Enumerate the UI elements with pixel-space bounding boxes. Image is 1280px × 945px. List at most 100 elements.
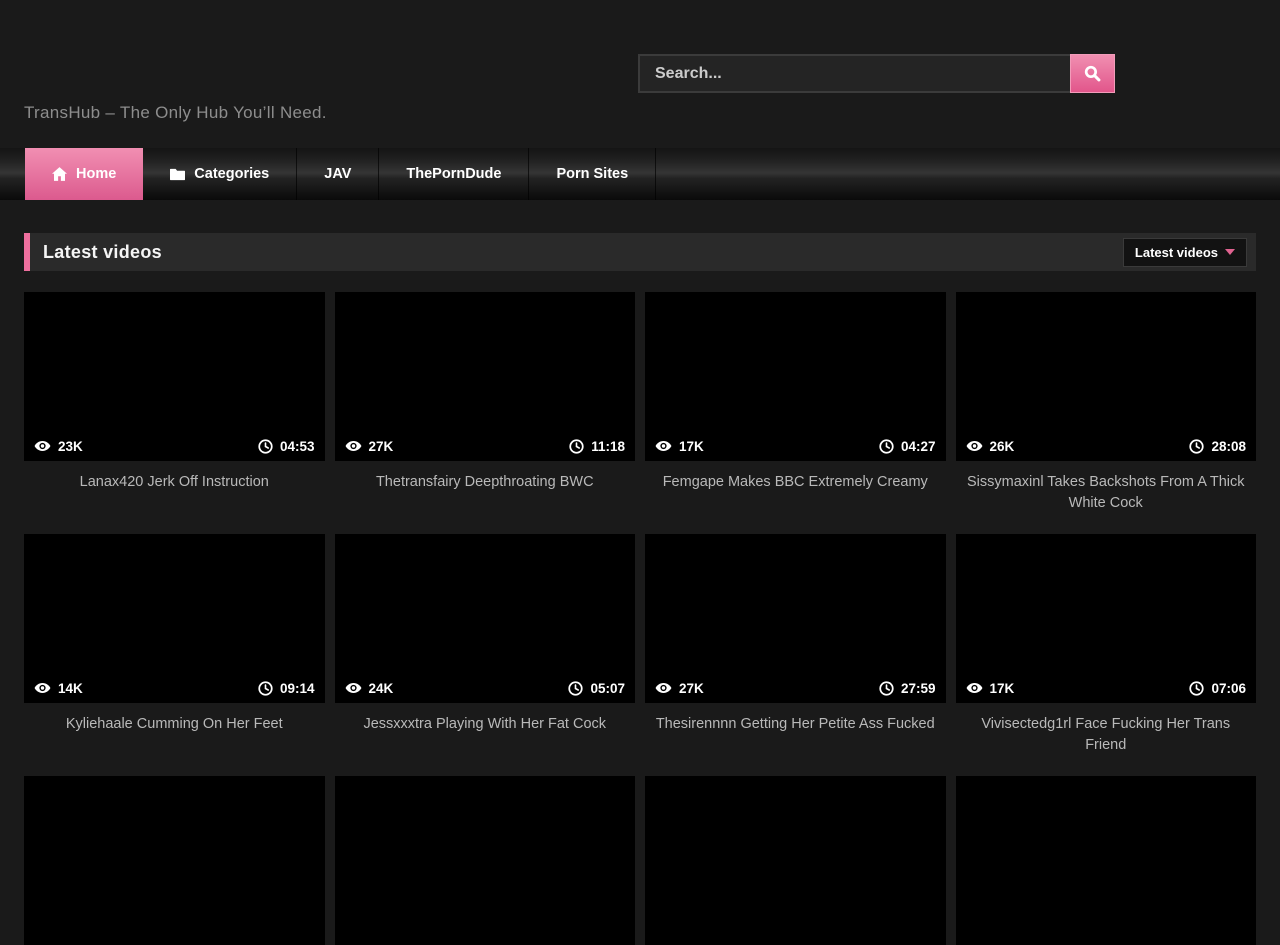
video-title[interactable]: Sissymaxinl Takes Backshots From A Thick… <box>956 461 1257 514</box>
views-stat: 17K <box>655 439 704 454</box>
video-stats: 17K 07:06 <box>956 673 1257 703</box>
clock-icon <box>258 439 273 454</box>
nav-tab-label: JAV <box>324 166 351 182</box>
views-stat: 14K <box>34 681 83 696</box>
video-card[interactable]: 27K 11:18 Thetransfairy Deepthroating BW… <box>335 292 636 514</box>
nav-tab-label: Home <box>76 166 116 182</box>
clock-icon <box>1189 439 1204 454</box>
video-card[interactable]: 17K 04:27 Femgape Makes BBC Extremely Cr… <box>645 292 946 514</box>
sort-dropdown[interactable]: Latest videos <box>1123 238 1247 267</box>
duration-stat: 07:06 <box>1189 681 1246 696</box>
eye-icon <box>34 682 51 694</box>
eye-icon <box>655 682 672 694</box>
video-stats: 26K 28:08 <box>956 431 1257 461</box>
video-thumbnail[interactable]: 17K 07:06 <box>956 534 1257 703</box>
eye-icon <box>966 682 983 694</box>
folder-icon <box>170 168 185 181</box>
duration-stat: 04:53 <box>258 439 315 454</box>
video-thumbnail[interactable] <box>24 776 325 945</box>
video-thumbnail[interactable] <box>335 776 636 945</box>
video-card[interactable]: 24K 05:07 Jessxxxtra Playing With Her Fa… <box>335 534 636 756</box>
video-grid: 23K 04:53 Lanax420 Jerk Off Instruction <box>24 292 1256 756</box>
duration-value: 27:59 <box>901 681 936 696</box>
video-card[interactable]: 17K 07:06 Vivisectedg1rl Face Fucking He… <box>956 534 1257 756</box>
search-button[interactable] <box>1070 54 1115 93</box>
video-thumbnail[interactable]: 24K 05:07 <box>335 534 636 703</box>
nav-tab-home[interactable]: Home <box>25 148 143 200</box>
nav-tab-theporndude[interactable]: ThePornDude <box>379 148 529 200</box>
video-card[interactable]: 27K 27:59 Thesirennnn Getting Her Petite… <box>645 534 946 756</box>
views-stat: 17K <box>966 681 1015 696</box>
site-tagline: TransHub – The Only Hub You’ll Need. <box>24 103 327 123</box>
nav-tab-label: Categories <box>194 166 269 182</box>
clock-icon <box>1189 681 1204 696</box>
video-stats: 14K 09:14 <box>24 673 325 703</box>
duration-value: 07:06 <box>1211 681 1246 696</box>
video-title[interactable]: Kyliehaale Cumming On Her Feet <box>24 703 325 745</box>
duration-stat: 04:27 <box>879 439 936 454</box>
eye-icon <box>34 440 51 452</box>
main-navigation: Home Categories JAV ThePornDude Porn Sit… <box>0 148 1280 200</box>
section-title: Latest videos <box>43 242 162 263</box>
video-stats: 24K 05:07 <box>335 673 636 703</box>
duration-stat: 27:59 <box>879 681 936 696</box>
video-stats: 17K 04:27 <box>645 431 946 461</box>
views-count: 24K <box>369 681 394 696</box>
caret-down-icon <box>1225 249 1235 255</box>
page-header: TransHub – The Only Hub You’ll Need. <box>0 0 1280 148</box>
duration-stat: 11:18 <box>569 439 625 454</box>
eye-icon <box>655 440 672 452</box>
clock-icon <box>568 681 583 696</box>
search-bar <box>638 54 1115 93</box>
video-thumbnail[interactable]: 17K 04:27 <box>645 292 946 461</box>
views-stat: 24K <box>345 681 394 696</box>
video-thumbnail[interactable]: 26K 28:08 <box>956 292 1257 461</box>
video-stats: 27K 11:18 <box>335 431 636 461</box>
video-title[interactable]: Thetransfairy Deepthroating BWC <box>335 461 636 503</box>
video-thumbnail[interactable]: 23K 04:53 <box>24 292 325 461</box>
duration-value: 04:53 <box>280 439 315 454</box>
video-title[interactable]: Jessxxxtra Playing With Her Fat Cock <box>335 703 636 745</box>
nav-tab-porn-sites[interactable]: Porn Sites <box>529 148 656 200</box>
views-stat: 23K <box>34 439 83 454</box>
video-thumbnail[interactable] <box>645 776 946 945</box>
eye-icon <box>345 682 362 694</box>
video-thumbnail[interactable]: 27K 27:59 <box>645 534 946 703</box>
video-title[interactable]: Vivisectedg1rl Face Fucking Her Trans Fr… <box>956 703 1257 756</box>
duration-value: 28:08 <box>1211 439 1246 454</box>
duration-value: 04:27 <box>901 439 936 454</box>
search-input[interactable] <box>638 54 1070 93</box>
video-card[interactable]: 14K 09:14 Kyliehaale Cumming On Her Feet <box>24 534 325 756</box>
video-stats: 23K 04:53 <box>24 431 325 461</box>
clock-icon <box>879 439 894 454</box>
duration-stat: 09:14 <box>258 681 315 696</box>
clock-icon <box>879 681 894 696</box>
views-stat: 27K <box>655 681 704 696</box>
views-count: 17K <box>990 681 1015 696</box>
video-stats: 27K 27:59 <box>645 673 946 703</box>
video-title[interactable]: Lanax420 Jerk Off Instruction <box>24 461 325 503</box>
duration-stat: 05:07 <box>568 681 625 696</box>
video-title[interactable]: Thesirennnn Getting Her Petite Ass Fucke… <box>645 703 946 745</box>
duration-value: 11:18 <box>591 439 625 454</box>
video-title[interactable]: Femgape Makes BBC Extremely Creamy <box>645 461 946 503</box>
section-header: Latest videos Latest videos <box>24 233 1256 271</box>
duration-value: 05:07 <box>590 681 625 696</box>
duration-value: 09:14 <box>280 681 315 696</box>
nav-tab-jav[interactable]: JAV <box>297 148 379 200</box>
eye-icon <box>345 440 362 452</box>
views-stat: 26K <box>966 439 1015 454</box>
clock-icon <box>569 439 584 454</box>
nav-tab-categories[interactable]: Categories <box>143 148 297 200</box>
nav-tab-label: ThePornDude <box>406 166 501 182</box>
video-thumbnail[interactable]: 14K 09:14 <box>24 534 325 703</box>
video-card[interactable]: 23K 04:53 Lanax420 Jerk Off Instruction <box>24 292 325 514</box>
video-card[interactable]: 26K 28:08 Sissymaxinl Takes Backshots Fr… <box>956 292 1257 514</box>
video-grid-next-row <box>24 776 1256 945</box>
views-count: 27K <box>679 681 704 696</box>
nav-tab-label: Porn Sites <box>556 166 628 182</box>
views-count: 14K <box>58 681 83 696</box>
video-thumbnail[interactable] <box>956 776 1257 945</box>
eye-icon <box>966 440 983 452</box>
video-thumbnail[interactable]: 27K 11:18 <box>335 292 636 461</box>
